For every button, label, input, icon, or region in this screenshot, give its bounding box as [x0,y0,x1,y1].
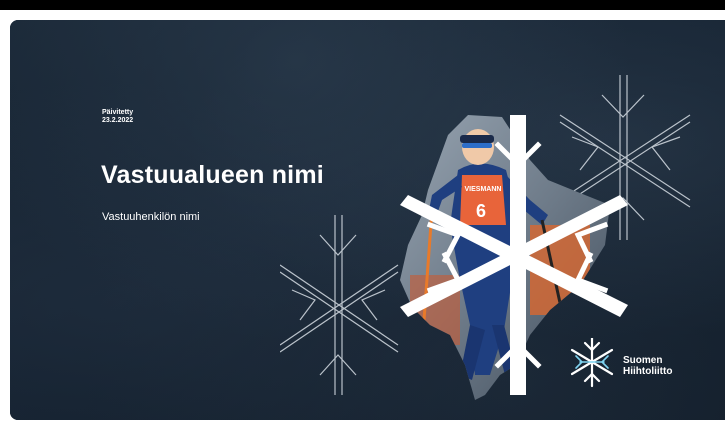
updated-date: 23.2.2022 [102,117,134,124]
outline-snowflake-left-icon [280,215,399,395]
logo-line-2: Hiihtoliitto [623,366,673,377]
slide-subtitle: Vastuuhenkilön nimi [102,211,200,223]
logo-line-1: Suomen [623,355,663,366]
bib-number: 6 [476,201,486,221]
logo-text: Suomen Hiihtoliitto [623,355,672,377]
bib-sponsor: VIESMANN [465,186,502,193]
updated-label: Päivitetty [102,109,134,116]
window-top-strip [0,0,725,10]
presentation-slide[interactable]: Päivitetty 23.2.2022 Vastuualueen nimi V… [10,20,725,420]
